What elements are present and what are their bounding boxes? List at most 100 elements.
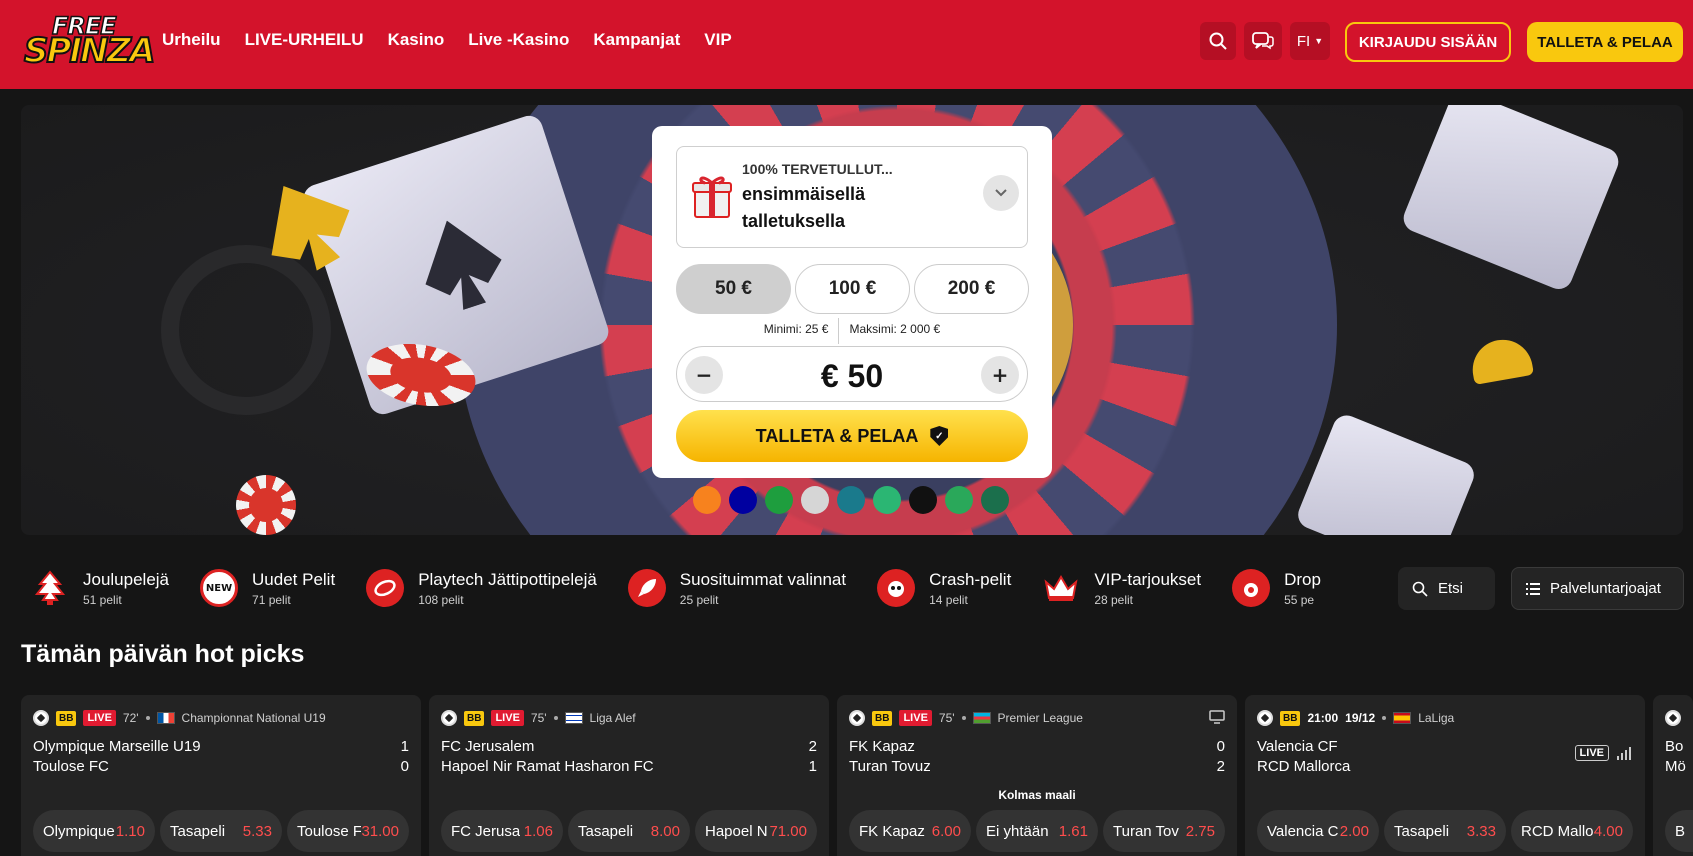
odds-row: Valencia C 2.00 Tasapeli 3.33 RCD Mallo 4.0… <box>1257 810 1633 852</box>
odds-button-away[interactable]: Hapoel N 71.00 <box>695 810 817 852</box>
odds-label: Valencia C <box>1267 822 1339 840</box>
odds-row: B <box>1665 810 1693 852</box>
football-icon <box>1665 710 1681 726</box>
match-card[interactable]: BB 21:00 19/12 LaLiga LIVE Valencia CF R… <box>1245 695 1645 856</box>
game-search-input[interactable]: Etsi <box>1398 567 1495 610</box>
bank-logo-icon[interactable] <box>909 486 937 514</box>
odds-button-away[interactable]: Toulose F 31.00 <box>287 810 409 852</box>
separator-dot <box>553 716 558 720</box>
odds-button-away[interactable]: Turan Tov 2.75 <box>1103 810 1225 852</box>
bank-logo-icon[interactable] <box>801 486 829 514</box>
odds-button-home[interactable]: FC Jerusa 1.06 <box>441 810 563 852</box>
chevron-down-icon[interactable] <box>983 175 1019 211</box>
football-icon <box>849 710 865 726</box>
nav-live-urheilu[interactable]: LIVE-URHEILU <box>245 30 364 50</box>
bank-logo-icon[interactable] <box>765 486 793 514</box>
odds-button-home[interactable]: Olympique 1.10 <box>33 810 155 852</box>
freespinza-logo[interactable]: FREE SPINZA <box>23 13 156 72</box>
match-card[interactable]: BB LIVE 72' Championnat National U19 Oly… <box>21 695 421 856</box>
bonus-offer-select[interactable]: 100% TERVETULLUT... ensimmäisellä tallet… <box>676 146 1028 248</box>
match-card[interactable]: BB LIVE 75' Premier League FK Kapaz 0 Tur… <box>837 695 1237 856</box>
bank-logo-icon[interactable] <box>981 486 1009 514</box>
home-score: 1 <box>400 738 409 755</box>
category-vip-tarjoukset[interactable]: VIP-tarjoukset 28 pelit <box>1042 562 1201 614</box>
category-name: Drop <box>1284 569 1321 589</box>
category-suosituimmat[interactable]: Suosituimmat valinnat 25 pelit <box>627 562 846 614</box>
match-time: 75' <box>530 711 547 725</box>
bank-logo-icon[interactable] <box>693 486 721 514</box>
category-playtech-jackpots[interactable]: Playtech Jättipottipelejä 108 pelit <box>366 562 597 614</box>
category-drops[interactable]: Drop 55 pe <box>1232 562 1321 614</box>
odds-value: 2.00 <box>1339 822 1369 840</box>
nav-urheilu[interactable]: Urheilu <box>162 30 221 50</box>
bet-builder-badge: BB <box>872 710 893 726</box>
category-count: 25 pelit <box>679 592 719 607</box>
odds-button-away[interactable]: RCD Mallo 4.00 <box>1511 810 1633 852</box>
amount-200-button[interactable]: 200 € <box>914 264 1029 314</box>
amount-100-button[interactable]: 100 € <box>795 264 910 314</box>
odds-value: 71.00 <box>769 822 807 840</box>
search-icon <box>1209 32 1227 50</box>
header-deposit-button[interactable]: TALLETA & PELAA <box>1527 22 1683 62</box>
israel-flag-icon <box>564 712 583 724</box>
logo-text-bottom: SPINZA <box>23 31 156 71</box>
language-select[interactable]: FI ▼ <box>1290 22 1330 60</box>
increase-button[interactable]: + <box>981 356 1019 394</box>
bank-logo-icon[interactable] <box>837 486 865 514</box>
list-icon <box>1526 582 1540 595</box>
match-card[interactable]: BB LIVE 75' Liga Alef FC Jerusalem 2 Hapo… <box>429 695 829 856</box>
nav-vip[interactable]: VIP <box>704 30 731 50</box>
away-team: RCD Mallorca <box>1257 758 1351 775</box>
nav-live-kasino[interactable]: Live -Kasino <box>468 30 569 50</box>
bank-logo-icon[interactable] <box>729 486 757 514</box>
category-uudet-pelit[interactable]: NEW Uudet Pelit 71 pelit <box>200 562 335 614</box>
playing-card-hearts-image <box>1293 411 1479 535</box>
odds-value: 8.00 <box>650 822 680 840</box>
match-time: 72' <box>122 711 139 725</box>
max-limit: Maksimi: 2 000 € <box>849 322 941 336</box>
odds-label: Hapoel N <box>705 822 768 840</box>
odds-value: 1.06 <box>523 822 553 840</box>
language-label: FI <box>1296 32 1311 50</box>
nav-kampanjat[interactable]: Kampanjat <box>593 30 680 50</box>
providers-button[interactable]: Palveluntarjoajat <box>1511 567 1684 610</box>
odds-label: Olympique <box>43 822 115 840</box>
category-name: Crash-pelit <box>929 569 1012 589</box>
odds-button-draw[interactable]: Tasapeli 8.00 <box>568 810 690 852</box>
amount-input[interactable]: € 50 <box>677 358 1027 395</box>
odds-button-home[interactable]: FK Kapaz 6.00 <box>849 810 971 852</box>
bank-logo-icon[interactable] <box>873 486 901 514</box>
match-header: BB 21:00 19/12 LaLiga <box>1257 710 1454 726</box>
match-time: 75' <box>938 711 955 725</box>
tv-stream-icon[interactable] <box>1209 710 1225 724</box>
category-name: Uudet Pelit <box>252 569 336 589</box>
odds-button-home[interactable]: B <box>1665 810 1693 852</box>
amount-50-button[interactable]: 50 € <box>676 264 791 314</box>
match-header: BB LIVE 75' Premier League <box>849 710 1083 726</box>
category-crash-pelit[interactable]: Crash-pelit 14 pelit <box>877 562 1011 614</box>
deposit-play-button[interactable]: TALLETA & PELAA ✓ <box>676 410 1028 462</box>
spain-flag-icon <box>1393 712 1412 724</box>
category-count: 71 pelit <box>252 592 291 607</box>
odds-button-draw[interactable]: Tasapeli 5.33 <box>160 810 282 852</box>
odds-button-none[interactable]: Ei yhtään 1.61 <box>976 810 1098 852</box>
category-name: Joulupelejä <box>83 569 170 589</box>
category-joulupeleja[interactable]: Joulupelejä 51 pelit <box>31 562 169 614</box>
bank-logo-icon[interactable] <box>945 486 973 514</box>
search-button[interactable] <box>1200 22 1236 60</box>
live-badge: LIVE <box>899 710 932 726</box>
away-score: 1 <box>808 758 817 775</box>
match-card-partial[interactable]: Bo Mö B <box>1653 695 1693 856</box>
chat-button[interactable] <box>1244 22 1282 60</box>
poker-chip-image-small <box>236 475 296 535</box>
odds-button-draw[interactable]: Tasapeli 3.33 <box>1384 810 1506 852</box>
odds-button-home[interactable]: Valencia C 2.00 <box>1257 810 1379 852</box>
crown-icon <box>1042 569 1080 607</box>
separator-dot <box>961 716 966 720</box>
azerbaijan-flag-icon <box>972 712 991 724</box>
odds-value: 3.33 <box>1466 822 1496 840</box>
login-button[interactable]: KIRJAUDU SISÄÄN <box>1345 22 1511 62</box>
nav-kasino[interactable]: Kasino <box>388 30 445 50</box>
search-placeholder: Etsi <box>1438 580 1464 597</box>
league-name: Championnat National U19 <box>181 711 326 725</box>
